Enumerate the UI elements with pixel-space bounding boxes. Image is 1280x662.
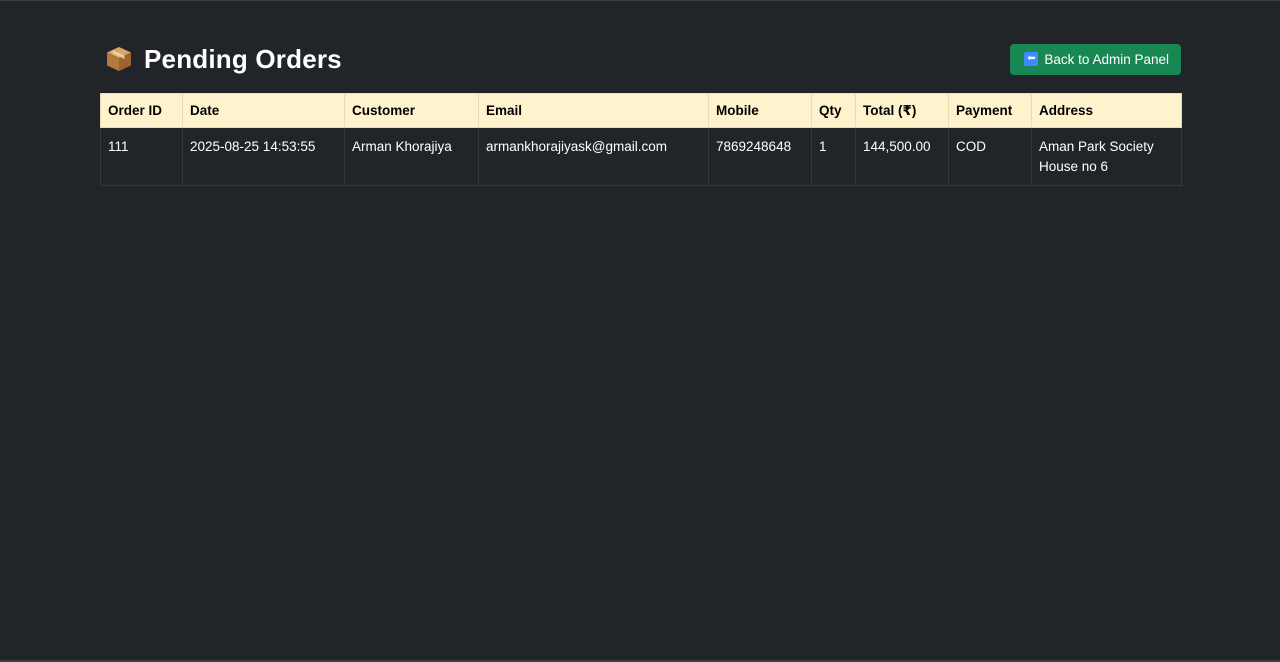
order-id-cell: 111 xyxy=(100,127,183,186)
table-row: 111 2025-08-25 14:53:55 Arman Khorajiya … xyxy=(100,127,1182,186)
column-header: Customer xyxy=(344,93,479,128)
back-to-admin-button[interactable]: ⬅ Back to Admin Panel xyxy=(1010,43,1181,75)
pending-orders-table: Order ID Date Customer Email Mobile Qty … xyxy=(100,93,1182,186)
table-header-row: Order ID Date Customer Email Mobile Qty … xyxy=(100,93,1182,128)
column-header: Address xyxy=(1031,93,1182,128)
orders-container: Pending Orders ⬅ Back to Admin Panel Ord… xyxy=(100,41,1182,186)
package-box-icon xyxy=(104,44,134,74)
column-header: Mobile xyxy=(708,93,812,128)
page: Pending Orders ⬅ Back to Admin Panel Ord… xyxy=(0,0,1280,662)
total-cell: 144,500.00 xyxy=(855,127,949,186)
address-cell: Aman Park Society House no 6 xyxy=(1031,127,1182,186)
column-header: Order ID xyxy=(100,93,183,128)
title-wrap: Pending Orders xyxy=(100,44,342,75)
left-arrow-icon: ⬅ xyxy=(1024,52,1039,66)
column-header: Total (₹) xyxy=(855,93,949,128)
page-header: Pending Orders ⬅ Back to Admin Panel xyxy=(100,41,1181,77)
column-header: Payment xyxy=(948,93,1032,128)
page-title: Pending Orders xyxy=(144,43,342,74)
back-button-label: Back to Admin Panel xyxy=(1044,51,1169,67)
date-cell: 2025-08-25 14:53:55 xyxy=(182,127,345,186)
qty-cell: 1 xyxy=(811,127,856,186)
customer-cell: Arman Khorajiya xyxy=(344,127,479,186)
mobile-cell: 7869248648 xyxy=(708,127,812,186)
column-header: Date xyxy=(182,93,345,128)
email-cell: armankhorajiyask@gmail.com xyxy=(478,127,709,186)
column-header: Email xyxy=(478,93,709,128)
payment-cell: COD xyxy=(948,127,1032,186)
column-header: Qty xyxy=(811,93,856,128)
